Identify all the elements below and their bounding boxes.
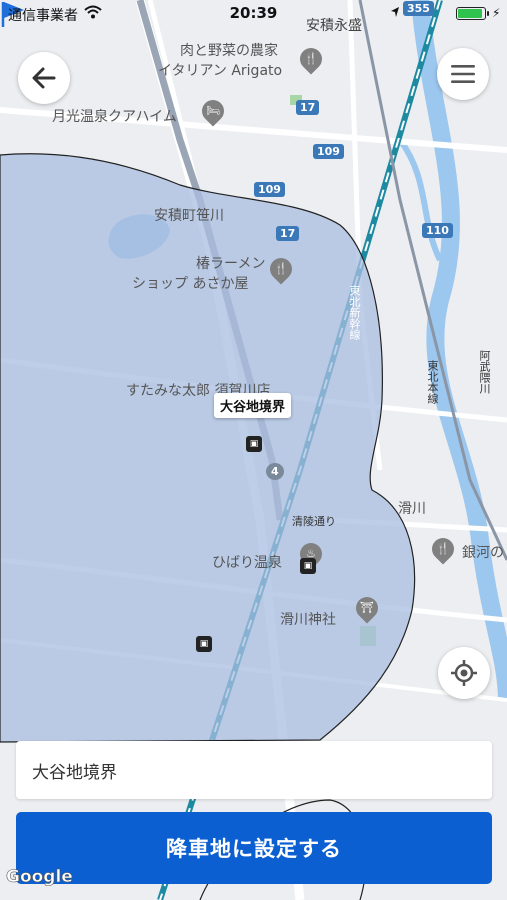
- route-shield-109: 109: [313, 144, 344, 159]
- selected-location-label: 大谷地境界: [214, 393, 292, 418]
- map-label-hibari: ひばり温泉: [212, 555, 282, 571]
- crosshair-icon: [451, 660, 477, 686]
- battery-icon: [456, 7, 486, 20]
- hotel-pin-icon[interactable]: 🛏: [197, 95, 229, 127]
- address-field[interactable]: 大谷地境界: [16, 741, 492, 799]
- address-value: 大谷地境界: [32, 762, 117, 783]
- status-bar: 通信事業者 20:39 ⚡: [0, 0, 507, 28]
- map-label-ginga: 銀河の: [462, 545, 504, 561]
- map-label-town: 安積町笹川: [154, 208, 224, 224]
- map-label-river: 阿武隈川: [478, 350, 491, 394]
- route-shield-17-b: 17: [276, 226, 300, 241]
- clock: 20:39: [229, 4, 278, 22]
- arrow-left-icon: [32, 67, 56, 89]
- hamburger-icon: [451, 65, 475, 83]
- bus-stop-icon-3[interactable]: ▣: [196, 636, 212, 652]
- map-label-hotel: 月光温泉クアハイム: [52, 109, 177, 125]
- set-dropoff-label: 降車地に設定する: [166, 837, 342, 861]
- map-label-restaurant: 肉と野菜の農家: [180, 43, 278, 59]
- current-location-button[interactable]: [438, 647, 490, 699]
- restaurant-pin-icon-2[interactable]: 🍴: [427, 533, 459, 565]
- shrine-pin-icon[interactable]: ⛩: [351, 592, 383, 624]
- charging-icon: ⚡: [492, 6, 501, 20]
- menu-button[interactable]: [437, 48, 489, 100]
- route-shield-110: 110: [422, 223, 453, 238]
- map-label-tohoku-line: 東北本線: [426, 360, 439, 404]
- back-button[interactable]: [18, 52, 70, 104]
- map-label-ramen-2: ショップ あさか屋: [132, 276, 249, 292]
- route-shield-17: 17: [296, 100, 320, 115]
- google-logo: Google: [6, 867, 73, 888]
- restaurant-pin-icon[interactable]: 🍴: [295, 43, 327, 75]
- bus-stop-icon-2[interactable]: ▣: [300, 558, 316, 574]
- map-label-shinkansen: 東北新幹線: [348, 285, 361, 340]
- location-arrow-icon: [391, 7, 399, 17]
- ramen-pin-icon[interactable]: 🍴: [265, 253, 297, 285]
- map-label-ramen: 椿ラーメン: [196, 256, 266, 272]
- map-label-seiryo: 清陵通り: [292, 515, 336, 528]
- route-shield-109-b: 109: [254, 182, 285, 197]
- route-shield-4: 4: [266, 463, 284, 480]
- map-label-namekawa: 滑川: [398, 501, 426, 517]
- map-label-shrine: 滑川神社: [280, 612, 336, 628]
- map-label-restaurant-2: イタリアン Arigato: [158, 63, 283, 79]
- set-dropoff-button[interactable]: 降車地に設定する: [16, 812, 492, 884]
- bus-stop-icon[interactable]: ▣: [246, 436, 262, 452]
- battery-cap: [487, 11, 489, 16]
